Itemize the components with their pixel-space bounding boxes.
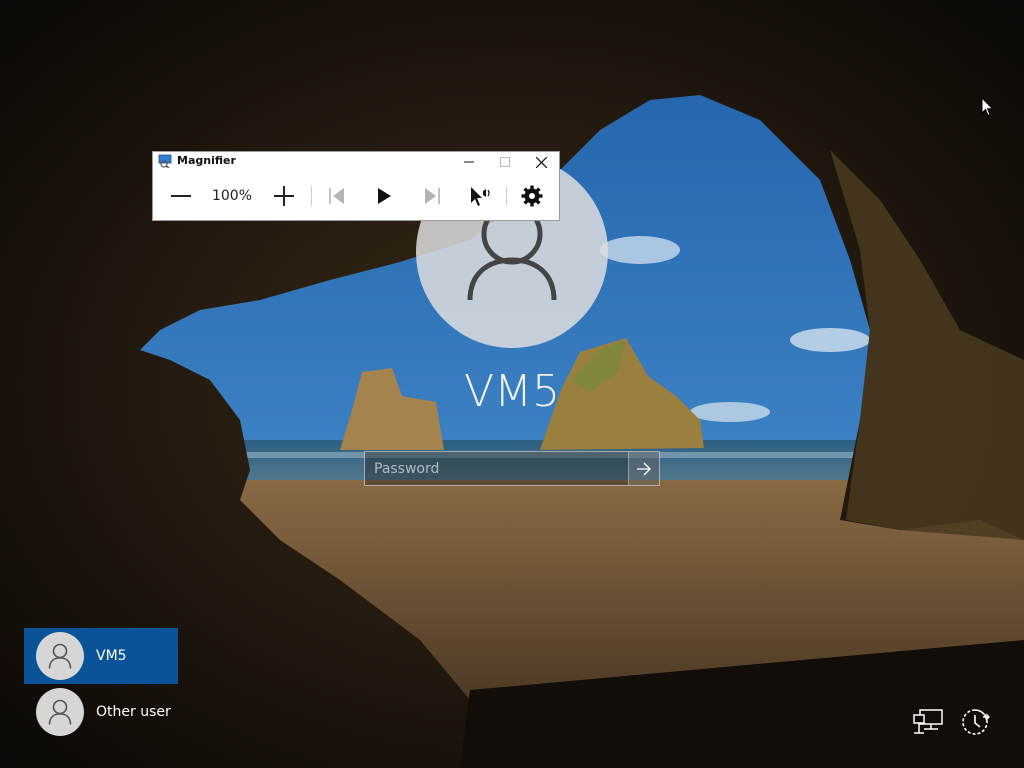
read-from-pointer-icon [471, 187, 490, 206]
maximize-button[interactable] [487, 152, 523, 172]
ease-of-access-icon [962, 709, 990, 735]
toolbar-separator [506, 186, 507, 206]
next-button[interactable] [418, 176, 446, 216]
zoom-level: 100% [211, 188, 253, 204]
avatar [36, 632, 84, 680]
user-list-item-other-user[interactable]: Other user [24, 684, 178, 740]
submit-button[interactable] [628, 452, 659, 485]
skip-forward-icon [425, 188, 440, 204]
user-icon [48, 643, 72, 669]
play-icon [378, 188, 391, 204]
gear-icon [521, 185, 543, 207]
network-button[interactable] [910, 704, 946, 740]
mouse-cursor-icon [981, 97, 994, 117]
password-box [364, 451, 660, 486]
toolbar-separator [311, 186, 312, 206]
user-list-label: Other user [96, 704, 171, 720]
user-list-item-vm5[interactable]: VM5 [24, 628, 178, 684]
user-icon [48, 699, 72, 725]
close-icon [535, 156, 547, 168]
avatar [36, 688, 84, 736]
arrow-right-icon [637, 462, 651, 475]
close-button[interactable] [523, 152, 559, 172]
maximize-icon [500, 157, 510, 167]
minus-icon [171, 195, 191, 197]
user-list-label: VM5 [96, 648, 127, 664]
network-icon [913, 709, 943, 734]
minimize-button[interactable] [451, 152, 487, 172]
skip-back-icon [329, 188, 344, 204]
read-from-here-button[interactable] [466, 176, 494, 216]
previous-button[interactable] [323, 176, 351, 216]
zoom-out-button[interactable] [167, 176, 195, 216]
zoom-in-button[interactable] [270, 176, 298, 216]
magnifier-app-icon [158, 154, 172, 168]
settings-button[interactable] [518, 176, 546, 216]
magnifier-toolbar: 100% [153, 176, 559, 216]
magnifier-window: Magnifier 100% [152, 151, 560, 221]
minimize-icon [464, 161, 474, 163]
password-input[interactable] [365, 452, 628, 485]
play-button[interactable] [370, 176, 398, 216]
login-username: VM5 [463, 366, 561, 417]
plus-icon [274, 186, 294, 206]
magnifier-title-bar[interactable]: Magnifier [153, 152, 559, 172]
ease-of-access-button[interactable] [957, 704, 993, 740]
magnifier-title: Magnifier [177, 154, 236, 167]
